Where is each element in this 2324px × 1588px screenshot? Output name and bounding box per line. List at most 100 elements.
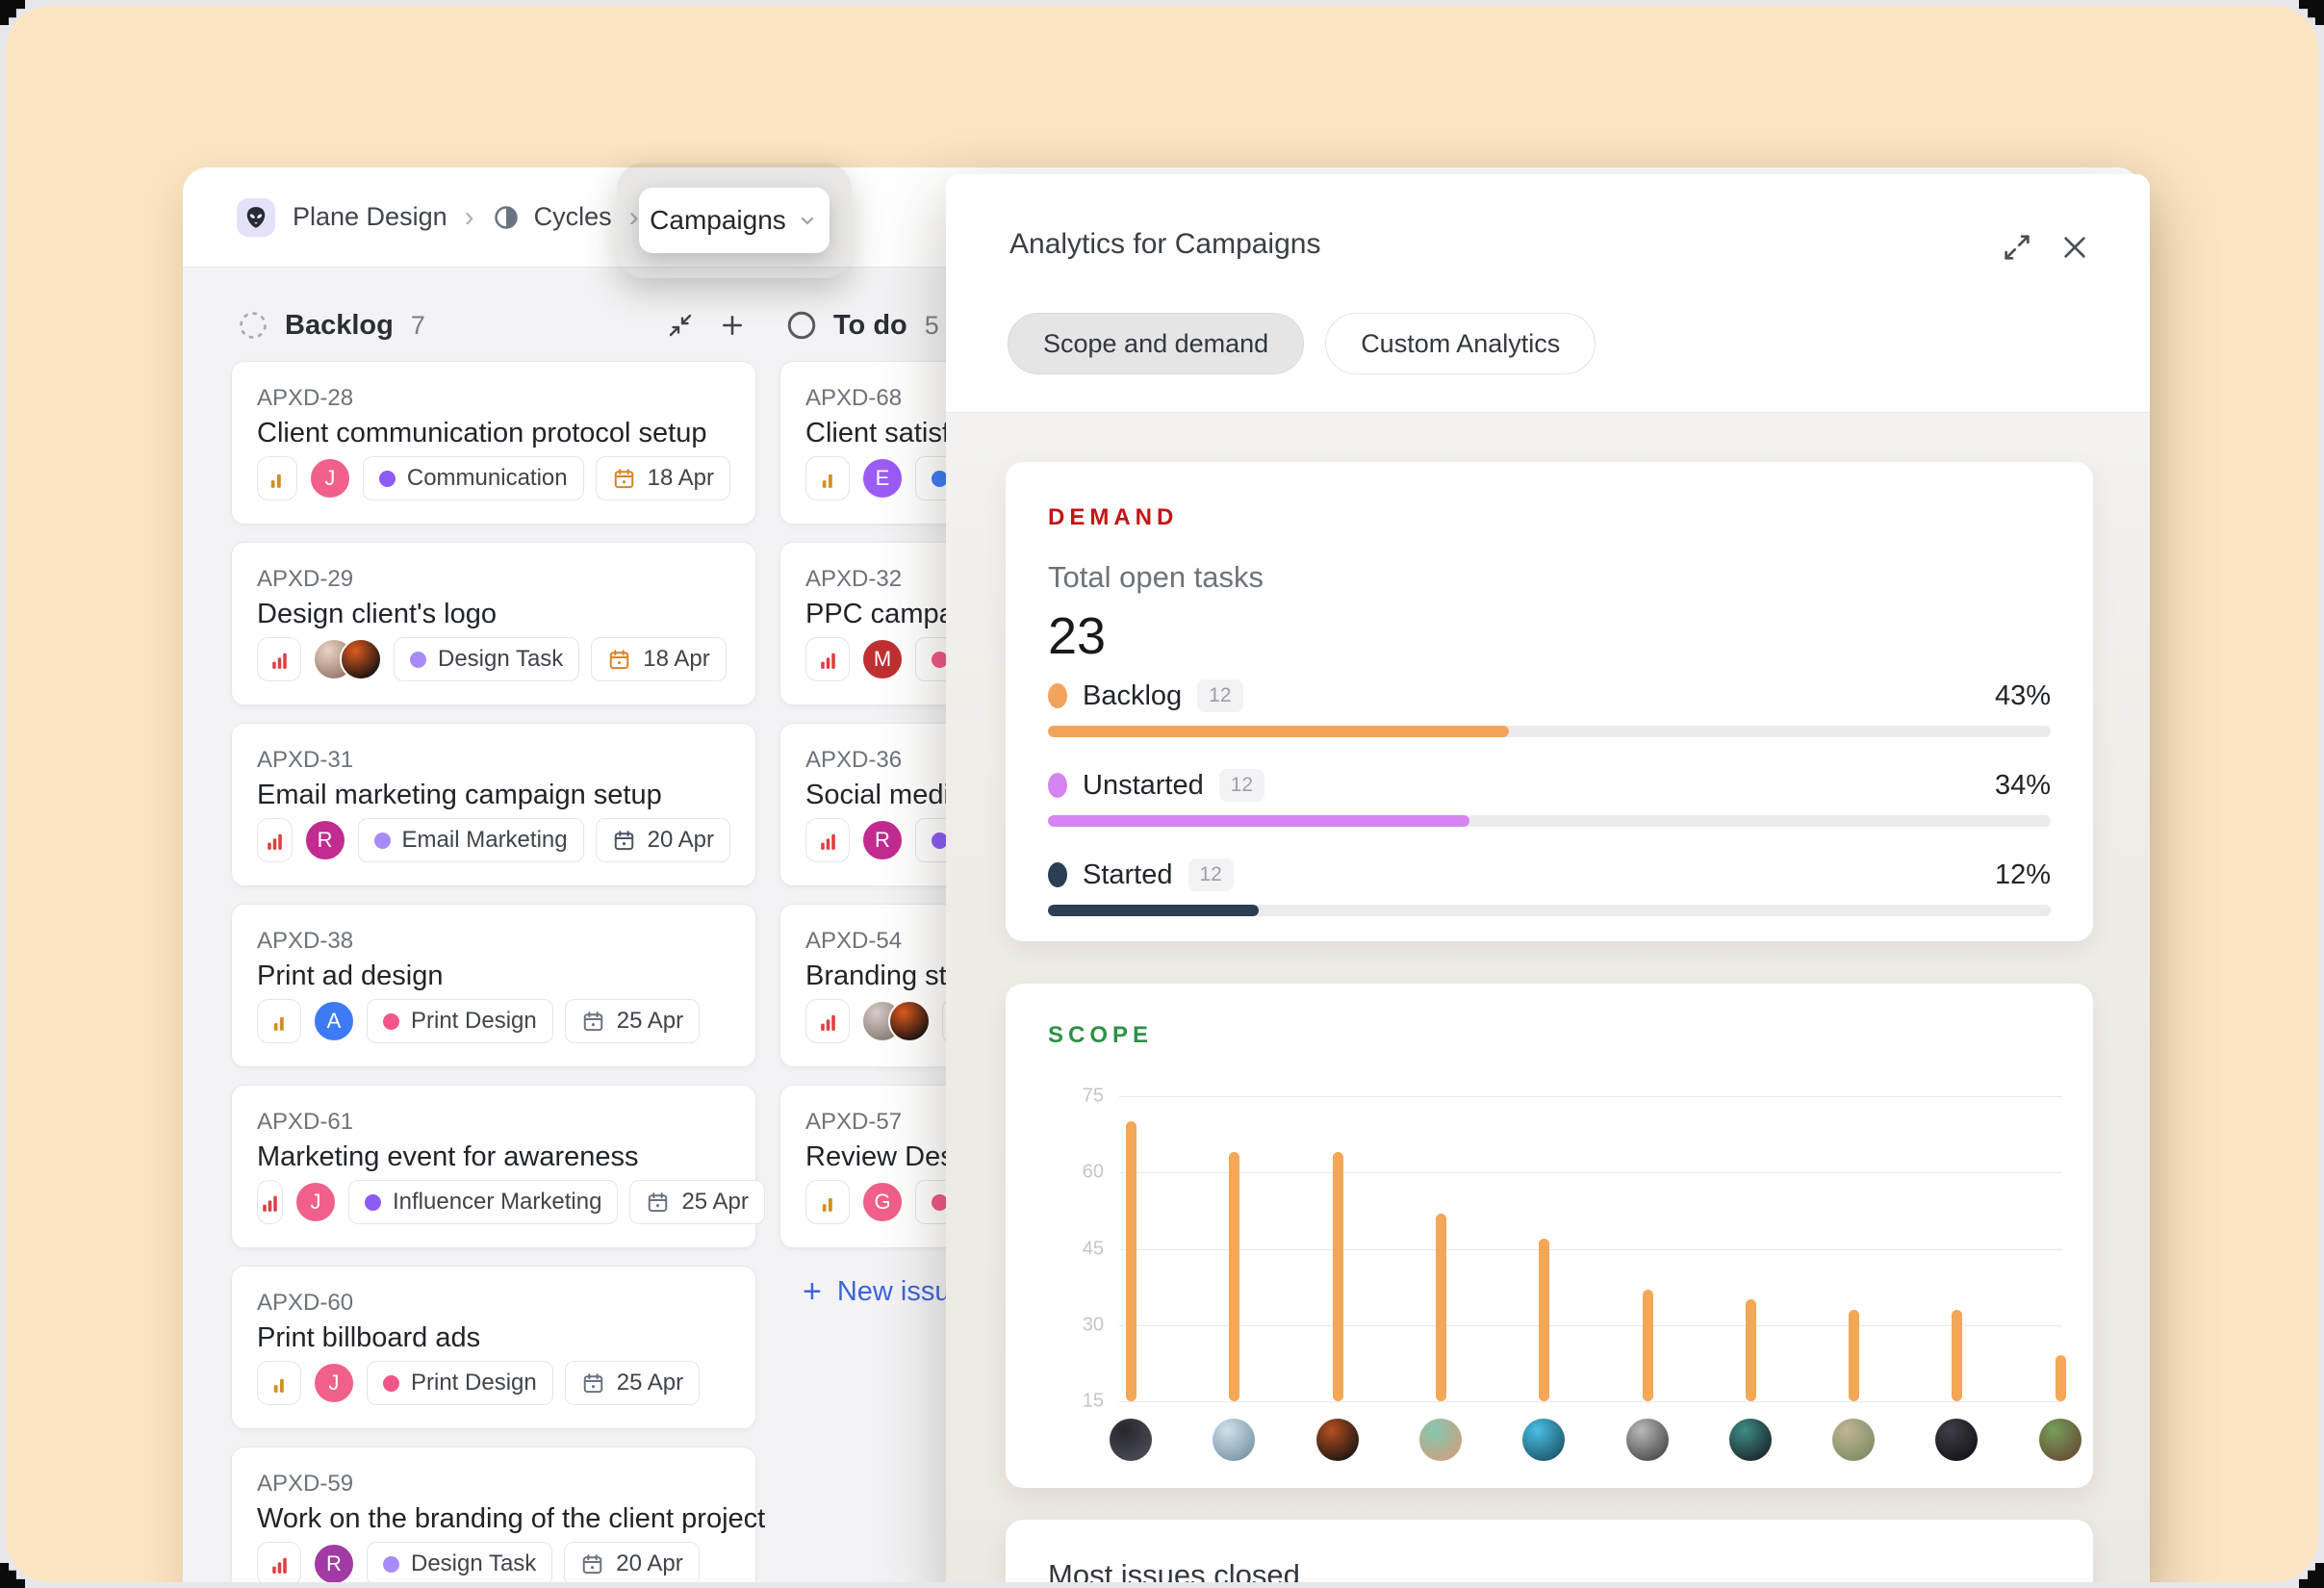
- issue-id: APXD-60: [257, 1290, 730, 1317]
- demand-progress-fill: [1048, 815, 1469, 827]
- analytics-panel-body: DEMAND Total open tasks 23 Backlog1243%U…: [946, 413, 2150, 1582]
- assignee-avatars[interactable]: G: [861, 1181, 904, 1223]
- due-date-text: 20 Apr: [648, 827, 714, 854]
- priority-chip[interactable]: [257, 818, 293, 862]
- assignee-avatar[interactable]: [1729, 1419, 1772, 1461]
- priority-chip[interactable]: [805, 999, 850, 1043]
- demand-card: DEMAND Total open tasks 23 Backlog1243%U…: [1006, 462, 2093, 941]
- label-chip[interactable]: Influencer Marketing: [348, 1180, 618, 1224]
- breadcrumb-cycles-label: Cycles: [534, 202, 612, 232]
- issue-card[interactable]: APXD-29Design client's logoDesign Task18…: [231, 542, 756, 705]
- scope-bar: [2056, 1355, 2066, 1401]
- issue-card[interactable]: APXD-59Work on the branding of the clien…: [231, 1447, 756, 1582]
- priority-chip[interactable]: [805, 637, 850, 681]
- breadcrumb: Plane Design › Cycles ›: [237, 198, 639, 237]
- assignee-avatars[interactable]: [861, 1000, 931, 1042]
- issue-id: APXD-29: [257, 566, 730, 593]
- demand-state-percent: 12%: [1995, 859, 2051, 891]
- label-chip[interactable]: Print Design: [367, 1361, 553, 1405]
- issue-card[interactable]: APXD-31Email marketing campaign setupREm…: [231, 723, 756, 886]
- assignee-avatars[interactable]: A: [313, 1000, 355, 1042]
- column-name: To do: [833, 310, 907, 342]
- assignee-avatars[interactable]: R: [861, 819, 904, 861]
- label-chip[interactable]: Communication: [363, 456, 584, 500]
- assignee-avatar[interactable]: [1419, 1419, 1462, 1461]
- assignee-avatars[interactable]: R: [304, 819, 346, 861]
- assignee-avatars[interactable]: E: [861, 457, 904, 499]
- assignee-avatar[interactable]: [1522, 1419, 1565, 1461]
- issue-card[interactable]: APXD-28Client communication protocol set…: [231, 361, 756, 525]
- collapse-column-button[interactable]: [662, 307, 699, 344]
- assignee-avatar[interactable]: [1832, 1419, 1875, 1461]
- scope-bar: [1229, 1152, 1239, 1401]
- priority-chip[interactable]: [257, 1361, 301, 1405]
- priority-chip[interactable]: [805, 818, 850, 862]
- issue-properties: R Email Marketing 20 Apr: [257, 818, 730, 862]
- analytics-panel-header: Analytics for Campaigns Scope and demand…: [946, 174, 2150, 413]
- chart-gridline: [1119, 1172, 2062, 1173]
- priority-icon: [268, 648, 292, 672]
- column-header: Backlog7: [231, 304, 756, 346]
- tab-custom-analytics[interactable]: Custom Analytics: [1325, 313, 1596, 374]
- add-issue-button[interactable]: [714, 307, 751, 344]
- close-button[interactable]: [2056, 228, 2094, 267]
- calendar-icon: [612, 467, 636, 491]
- priority-chip[interactable]: [257, 999, 301, 1043]
- due-date-text: 18 Apr: [648, 465, 714, 492]
- issue-card[interactable]: APXD-38Print ad designAPrint Design25 Ap…: [231, 904, 756, 1067]
- label-text: Print Design: [411, 1008, 537, 1035]
- expand-button[interactable]: [1998, 228, 2036, 267]
- column-name: Backlog: [285, 310, 394, 342]
- label-text: Influencer Marketing: [393, 1189, 601, 1216]
- most-issues-closed-title: Most issues closed: [1048, 1558, 2051, 1582]
- assignee-avatar[interactable]: [1316, 1419, 1359, 1461]
- issue-card[interactable]: APXD-60Print billboard adsJPrint Design2…: [231, 1266, 756, 1429]
- priority-icon: [816, 1010, 840, 1034]
- label-chip[interactable]: Email Marketing: [358, 818, 584, 862]
- assignee-avatar[interactable]: [1935, 1419, 1978, 1461]
- assignee-avatars[interactable]: [313, 638, 382, 680]
- due-date-chip[interactable]: 18 Apr: [591, 637, 726, 681]
- label-chip[interactable]: Design Task: [394, 637, 579, 681]
- demand-state-count: 12: [1188, 858, 1234, 891]
- assignee-avatar[interactable]: [1110, 1419, 1152, 1461]
- label-dot-icon: [383, 1375, 399, 1392]
- issue-id: APXD-28: [257, 385, 730, 412]
- demand-progress-track: [1048, 905, 2051, 916]
- due-date-chip[interactable]: 20 Apr: [596, 818, 730, 862]
- priority-chip[interactable]: [805, 1180, 850, 1224]
- due-date-chip[interactable]: 20 Apr: [564, 1542, 699, 1582]
- label-chip[interactable]: Design Task: [367, 1542, 552, 1582]
- workspace-logo[interactable]: [237, 198, 275, 237]
- scope-bar: [1952, 1310, 1962, 1401]
- assignee-avatars[interactable]: J: [313, 1362, 355, 1404]
- assignee-avatar[interactable]: [1213, 1419, 1255, 1461]
- demand-state-name: Backlog: [1083, 680, 1182, 712]
- priority-chip[interactable]: [257, 1542, 301, 1582]
- demand-state-percent: 34%: [1995, 770, 2051, 802]
- scope-bar: [1746, 1299, 1756, 1401]
- due-date-chip[interactable]: 25 Apr: [565, 999, 700, 1043]
- priority-chip[interactable]: [257, 637, 301, 681]
- priority-chip[interactable]: [257, 456, 297, 500]
- assignee-avatars[interactable]: R: [313, 1543, 355, 1582]
- breadcrumb-cycles[interactable]: Cycles: [492, 202, 612, 232]
- assignee-avatars[interactable]: J: [294, 1181, 337, 1223]
- cycle-selector-button[interactable]: Campaigns: [639, 188, 830, 253]
- assignee-avatars[interactable]: M: [861, 638, 904, 680]
- due-date-chip[interactable]: 18 Apr: [596, 456, 730, 500]
- due-date-chip[interactable]: 25 Apr: [629, 1180, 764, 1224]
- assignee-avatar[interactable]: [2039, 1419, 2081, 1461]
- priority-chip[interactable]: [805, 456, 850, 500]
- label-chip[interactable]: Print Design: [367, 999, 553, 1043]
- scope-bar-chart: 7560453015: [1006, 984, 2093, 1488]
- tab-scope-and-demand[interactable]: Scope and demand: [1008, 313, 1304, 374]
- assignee-avatar[interactable]: [1626, 1419, 1669, 1461]
- due-date-chip[interactable]: 25 Apr: [565, 1361, 700, 1405]
- breadcrumb-project[interactable]: Plane Design: [293, 202, 447, 232]
- assignee-avatars[interactable]: J: [309, 457, 351, 499]
- demand-rows: Backlog1243%Unstarted1234%Started1212%: [1048, 679, 2051, 916]
- priority-chip[interactable]: [257, 1180, 283, 1224]
- column-cards: APXD-28Client communication protocol set…: [231, 361, 756, 1582]
- issue-card[interactable]: APXD-61Marketing event for awarenessJInf…: [231, 1085, 756, 1248]
